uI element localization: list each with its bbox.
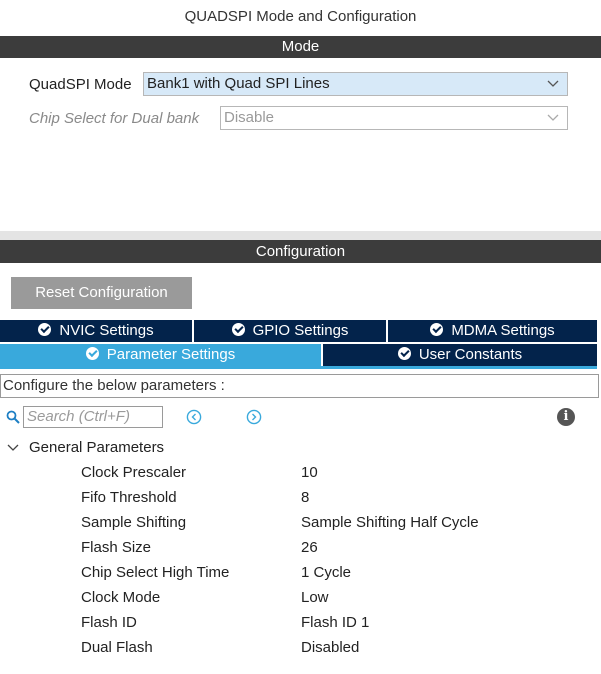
active-tab-underline <box>0 366 597 369</box>
search-icon <box>6 410 20 424</box>
chevron-down-icon <box>547 114 559 121</box>
chevron-down-icon[interactable] <box>7 443 19 453</box>
param-name: Clock Prescaler <box>81 464 187 481</box>
param-value[interactable]: 8 <box>301 489 309 506</box>
param-name: Flash Size <box>81 539 152 556</box>
tab-mdma-settings[interactable]: MDMA Settings <box>388 320 597 342</box>
param-value[interactable]: 1 Cycle <box>301 564 351 581</box>
tab-label: NVIC Settings <box>59 322 154 339</box>
tab-label: MDMA Settings <box>451 322 555 339</box>
check-circle-icon <box>397 347 411 360</box>
tab-nvic-settings[interactable]: NVIC Settings <box>0 320 194 342</box>
next-result-icon[interactable] <box>246 409 262 425</box>
check-circle-icon <box>231 323 245 336</box>
param-value[interactable]: 26 <box>301 539 318 556</box>
chip-select-value: Disable <box>224 109 275 126</box>
chip-select-label: Chip Select for Dual bank <box>29 110 200 127</box>
check-circle-icon <box>38 323 52 336</box>
general-parameters-group[interactable]: General Parameters <box>29 439 164 456</box>
mode-section-header: Mode <box>0 36 601 58</box>
info-icon[interactable]: i <box>557 408 575 426</box>
param-name: Fifo Threshold <box>81 489 177 506</box>
quadspi-mode-select[interactable]: Bank1 with Quad SPI Lines <box>143 72 568 96</box>
search-input[interactable]: Search (Ctrl+F) <box>23 406 163 428</box>
panel-title: QUADSPI Mode and Configuration <box>184 8 417 25</box>
section-divider <box>0 231 601 240</box>
reset-configuration-button[interactable]: Reset Configuration <box>11 277 192 309</box>
param-value[interactable]: Flash ID 1 <box>301 614 369 631</box>
param-value[interactable]: Disabled <box>301 639 359 656</box>
check-circle-icon <box>85 347 99 360</box>
quadspi-mode-label: QuadSPI Mode <box>29 76 132 93</box>
tab-label: GPIO Settings <box>252 322 349 339</box>
param-name: Clock Mode <box>81 589 161 606</box>
configuration-section-header: Configuration <box>0 240 601 263</box>
param-name: Sample Shifting <box>81 514 187 531</box>
chevron-down-icon <box>547 80 559 87</box>
parameters-description: Configure the below parameters : <box>0 374 599 398</box>
check-circle-icon <box>430 323 444 336</box>
quadspi-mode-value: Bank1 with Quad SPI Lines <box>147 75 330 92</box>
param-value[interactable]: Sample Shifting Half Cycle <box>301 514 479 531</box>
param-name: Flash ID <box>81 614 137 631</box>
tab-parameter-settings[interactable]: Parameter Settings <box>0 344 323 366</box>
tab-gpio-settings[interactable]: GPIO Settings <box>194 320 388 342</box>
tab-label: User Constants <box>418 346 523 363</box>
previous-result-icon[interactable] <box>186 409 202 425</box>
param-name: Chip Select High Time <box>81 564 230 581</box>
tab-user-constants[interactable]: User Constants <box>323 344 597 366</box>
param-value[interactable]: Low <box>301 589 329 606</box>
chip-select-select[interactable]: Disable <box>220 106 568 130</box>
param-name: Dual Flash <box>81 639 153 656</box>
tab-label: Parameter Settings <box>106 346 236 363</box>
param-value[interactable]: 10 <box>301 464 318 481</box>
